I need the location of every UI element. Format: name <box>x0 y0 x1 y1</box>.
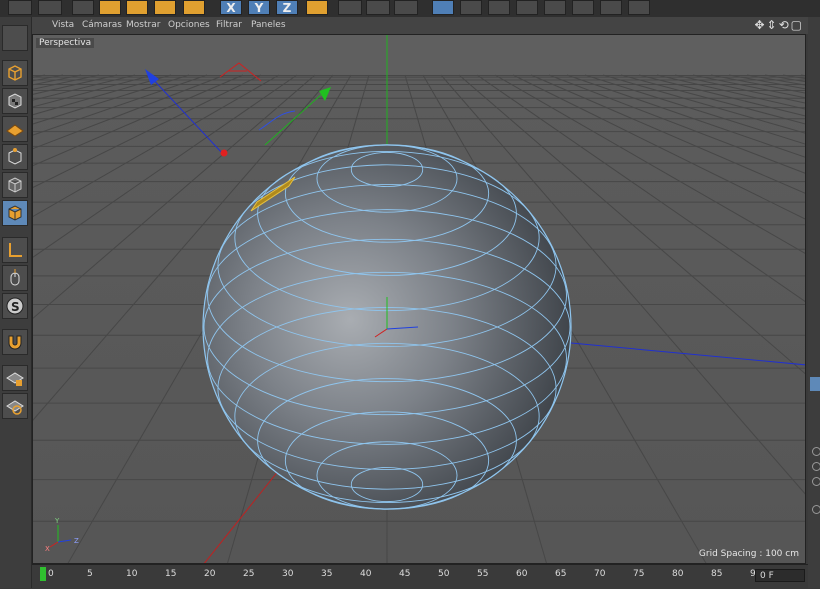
viewport-scene: Y Z X <box>33 35 805 563</box>
solo-mode-icon[interactable]: S <box>2 293 28 319</box>
axis-mode-icon[interactable] <box>2 237 28 263</box>
cube-outline-icon <box>8 65 22 81</box>
timeline-tick-label: 50 <box>438 569 450 579</box>
array-icon[interactable] <box>516 0 538 15</box>
grid-spacing-label: Grid Spacing : 100 cm <box>698 549 799 559</box>
panel-radio-2[interactable] <box>812 462 820 471</box>
floor-icon[interactable] <box>572 0 594 15</box>
z-axis-button[interactable]: Z <box>276 0 298 15</box>
attribute-panel-edge <box>808 17 820 588</box>
y-axis-button[interactable]: Y <box>248 0 270 15</box>
planar-workplane-icon[interactable] <box>2 393 28 419</box>
timeline-tick-label: 30 <box>282 569 294 579</box>
timeline-tick-label: 55 <box>477 569 489 579</box>
menu-opciones[interactable]: Opciones <box>168 20 210 30</box>
coordinate-system-icon[interactable] <box>306 0 328 15</box>
move-icon[interactable] <box>99 0 121 15</box>
current-frame-field[interactable]: 0 F <box>755 569 805 582</box>
axis-l-icon <box>9 243 22 257</box>
deformer-icon[interactable] <box>544 0 566 15</box>
timeline-tick-label: 20 <box>204 569 216 579</box>
panel-tab-button[interactable] <box>810 377 820 391</box>
timeline-tick-label: 65 <box>555 569 567 579</box>
points-mode-icon[interactable] <box>2 144 28 170</box>
scale-icon[interactable] <box>126 0 148 15</box>
menu-camaras[interactable]: Cámaras <box>82 20 122 30</box>
left-toolbar: S <box>0 17 32 588</box>
menu-mostrar[interactable]: Mostrar <box>126 20 160 30</box>
timeline-tick-label: 85 <box>711 569 723 579</box>
sky-background <box>33 35 805 75</box>
tweak-mode-icon[interactable] <box>2 265 28 291</box>
live-select-icon[interactable] <box>72 0 94 15</box>
lock-grid-icon <box>6 372 24 386</box>
points-cube-icon <box>8 148 22 165</box>
nurbs-icon[interactable] <box>488 0 510 15</box>
y-axis-label: Y <box>254 1 264 15</box>
texture-mode-icon[interactable] <box>2 88 28 114</box>
polygons-mode-icon[interactable] <box>2 200 28 226</box>
timeline-tick-label: 0 <box>48 569 54 579</box>
timeline-tick-label: 15 <box>165 569 177 579</box>
render-view-icon[interactable] <box>338 0 362 15</box>
undo-icon[interactable] <box>8 0 32 15</box>
timeline-playhead[interactable] <box>40 567 46 581</box>
solo-s-icon: S <box>6 297 24 315</box>
perspective-viewport[interactable]: Y Z X Perspectiva Grid Spacing : 100 cm <box>32 34 806 564</box>
timeline-tick-label: 40 <box>360 569 372 579</box>
redo-icon[interactable] <box>38 0 62 15</box>
render-settings-icon[interactable] <box>394 0 418 15</box>
timeline-tick-label: 75 <box>633 569 645 579</box>
lock-workplane-icon[interactable] <box>2 365 28 391</box>
timeline-tick-label: 25 <box>243 569 255 579</box>
view-navigation-icons[interactable]: ✥⇕⟲▢ <box>754 18 804 32</box>
rotate-icon[interactable] <box>154 0 176 15</box>
checker-cube-icon <box>8 93 22 109</box>
light-icon[interactable] <box>628 0 650 15</box>
magnet-icon <box>8 335 22 350</box>
timeline-tick-label: 80 <box>672 569 684 579</box>
cube-icon[interactable] <box>432 0 454 15</box>
menu-vista[interactable]: Vista <box>52 20 74 30</box>
timeline-tick-label: 10 <box>126 569 138 579</box>
rotate-grid-icon <box>6 400 24 415</box>
camera-icon[interactable] <box>600 0 622 15</box>
timeline-tick-label: 60 <box>516 569 528 579</box>
corner-y-label: Y <box>54 517 60 525</box>
edges-mode-icon[interactable] <box>2 172 28 198</box>
workplane-mode-icon[interactable] <box>2 116 28 142</box>
spline-icon[interactable] <box>460 0 482 15</box>
panel-radio-4[interactable] <box>812 505 820 514</box>
gizmo-origin-point[interactable] <box>220 149 228 157</box>
panel-radio-1[interactable] <box>812 447 820 456</box>
grid-plane-icon <box>6 124 24 137</box>
z-axis-label: Z <box>282 1 292 15</box>
timeline-tick-label: 70 <box>594 569 606 579</box>
svg-text:S: S <box>11 300 20 314</box>
viewport-camera-label[interactable]: Perspectiva <box>36 38 95 48</box>
menu-paneles[interactable]: Paneles <box>251 20 286 30</box>
edges-cube-icon <box>8 177 22 193</box>
corner-x-label: X <box>45 545 50 553</box>
viewport-menubar: Vista Cámaras Mostrar Opciones Filtrar P… <box>32 17 808 34</box>
mouse-icon <box>10 269 20 286</box>
polygon-cube-icon <box>8 205 22 221</box>
x-axis-button[interactable]: X <box>220 0 242 15</box>
timeline-tick-label: 5 <box>87 569 93 579</box>
make-editable-icon[interactable] <box>2 25 28 51</box>
x-axis-label: X <box>226 1 236 15</box>
timeline-tick-label: 45 <box>399 569 411 579</box>
timeline-tick-label: 35 <box>321 569 333 579</box>
panel-radio-3[interactable] <box>812 477 820 486</box>
transform-icon[interactable] <box>183 0 205 15</box>
render-picture-viewer-icon[interactable] <box>366 0 390 15</box>
menu-filtrar[interactable]: Filtrar <box>216 20 242 30</box>
timeline-ruler[interactable]: 051015202530354045505560657075808590 0 F <box>32 564 808 589</box>
corner-z-label: Z <box>74 537 79 545</box>
main-toolbar: X Y Z <box>0 0 820 17</box>
model-mode-icon[interactable] <box>2 60 28 86</box>
snap-toggle-button[interactable] <box>2 329 28 355</box>
